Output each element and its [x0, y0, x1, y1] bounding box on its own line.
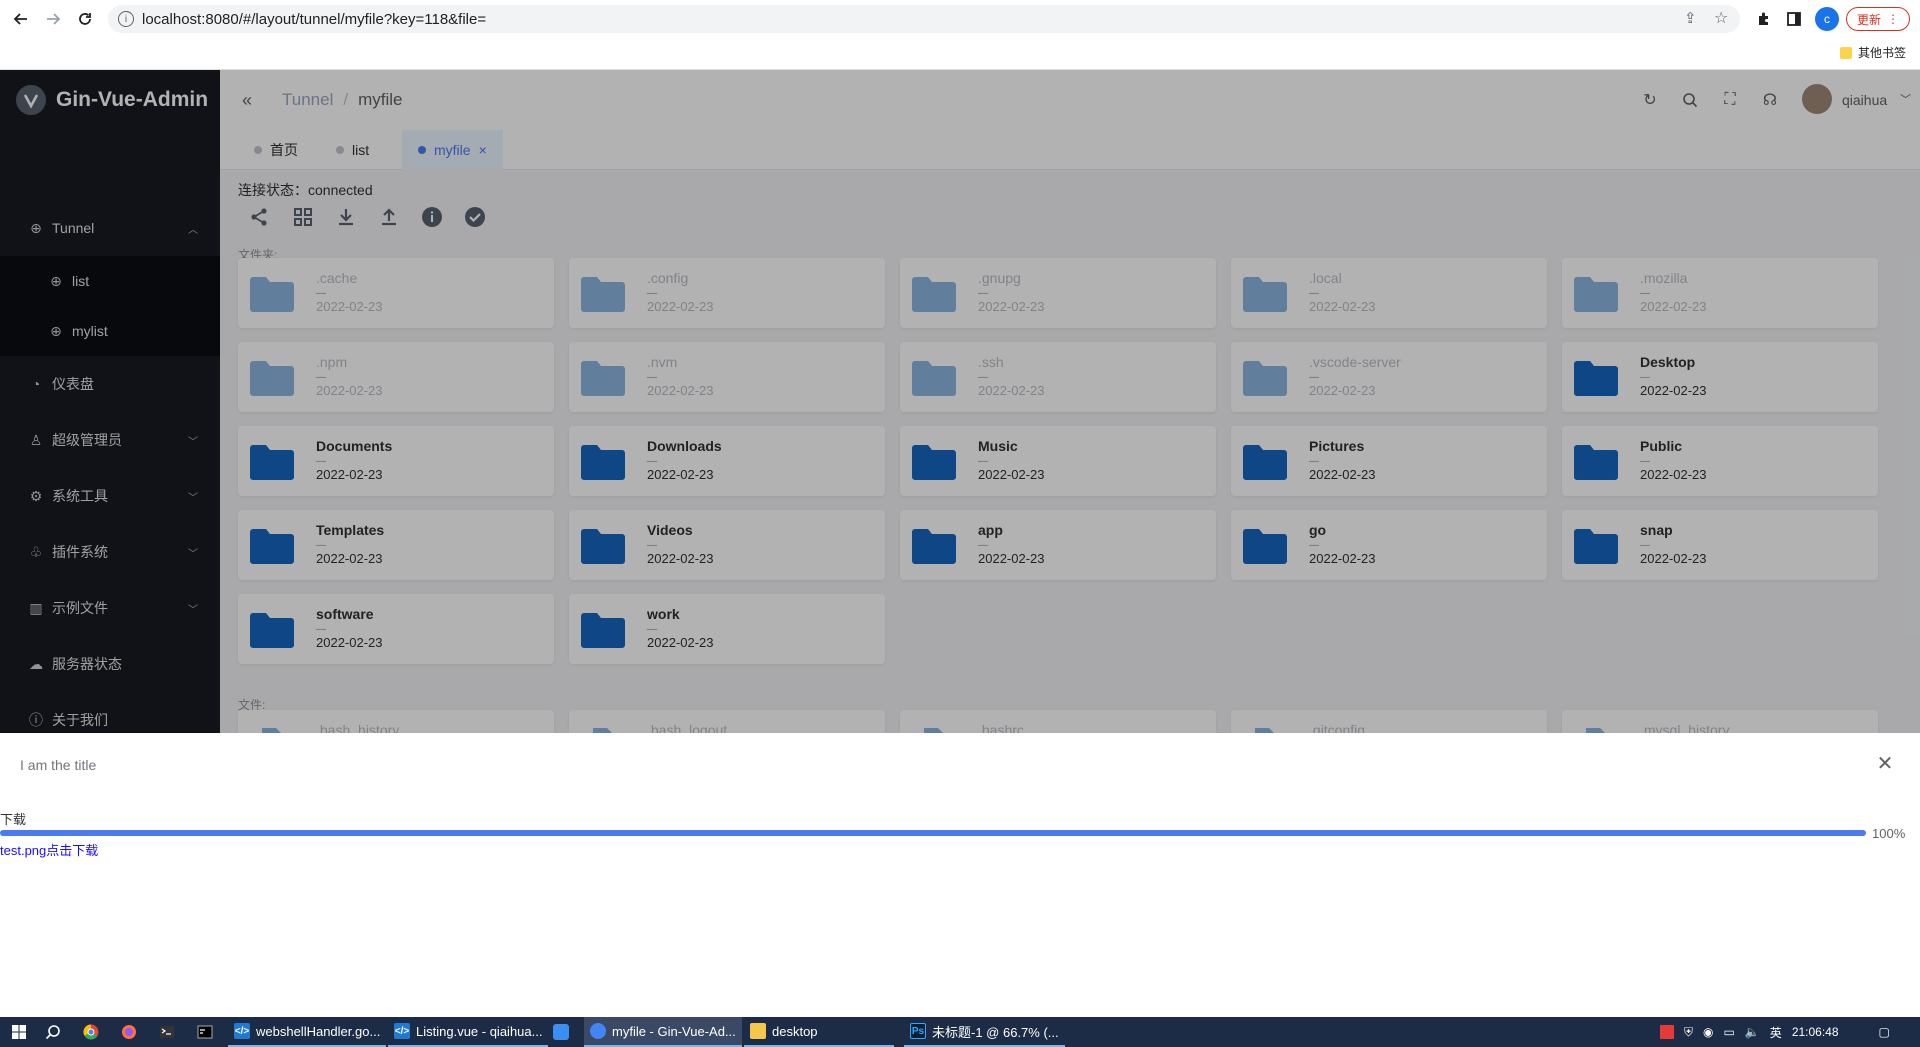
- download-drawer: I am the title ✕ 下载 100% test.png点击下载: [0, 733, 1920, 1017]
- download-link[interactable]: test.png点击下载: [0, 840, 98, 859]
- modal-overlay[interactable]: [0, 70, 1920, 733]
- volume-icon[interactable]: 🔈: [1745, 1025, 1760, 1039]
- drawer-title: I am the title: [20, 757, 97, 773]
- bookmark-folder-icon: [1840, 46, 1852, 59]
- vscode-icon: </>: [234, 1023, 250, 1039]
- firefox-icon[interactable]: [118, 1021, 140, 1043]
- reload-icon[interactable]: [74, 8, 96, 30]
- progress-fill: [0, 830, 1866, 836]
- notification-icon[interactable]: ▢: [1879, 1025, 1890, 1039]
- download-progress-bar: [0, 830, 1866, 836]
- other-bookmarks[interactable]: 其他书签: [1840, 44, 1906, 61]
- profile-avatar[interactable]: c: [1815, 7, 1839, 31]
- taskbar-app-photoshop[interactable]: Ps 未标题-1 @ 66.7% (...: [904, 1017, 1065, 1047]
- tray-app-icon[interactable]: [1660, 1025, 1674, 1039]
- share-icon[interactable]: ⇪: [1684, 9, 1697, 27]
- taskbar-app-myfile[interactable]: myfile - Gin-Vue-Ad...: [584, 1017, 742, 1047]
- terminal-icon[interactable]: [156, 1021, 178, 1043]
- url-text: localhost:8080/#/layout/tunnel/myfile?ke…: [142, 10, 487, 28]
- feather-app-icon-shape: [553, 1024, 569, 1040]
- feather-app-icon[interactable]: [550, 1021, 572, 1043]
- download-label: 下载: [0, 812, 27, 827]
- input-language[interactable]: 英: [1770, 1024, 1782, 1041]
- search-icon[interactable]: [42, 1021, 64, 1043]
- windows-start-icon[interactable]: [8, 1021, 30, 1043]
- update-label: 更新: [1856, 12, 1881, 27]
- taskbar-app-listing-vue[interactable]: </> Listing.vue - qiaihua...: [388, 1017, 549, 1047]
- taskbar-app-label: 未标题-1 @ 66.7% (...: [932, 1024, 1059, 1040]
- forward-arrow-icon[interactable]: [42, 8, 64, 30]
- system-tray: ⛨ ◉ ▭ 🔈 英 21:06:48 ▢: [1660, 1017, 1890, 1047]
- taskbar-app-label: webshellHandler.go...: [256, 1023, 381, 1039]
- taskbar: </> webshellHandler.go... </> Listing.vu…: [0, 1017, 1920, 1047]
- taskbar-app-label: Listing.vue - qiaihua...: [416, 1023, 543, 1039]
- site-info-icon[interactable]: i: [118, 11, 134, 27]
- extensions-icon[interactable]: [1753, 8, 1775, 30]
- update-button[interactable]: 更新 ⋮: [1846, 7, 1910, 31]
- side-panel-icon[interactable]: [1783, 8, 1805, 30]
- cmd-icon[interactable]: [194, 1021, 216, 1043]
- browser-toolbar: i localhost:8080/#/layout/tunnel/myfile?…: [0, 0, 1920, 38]
- security-icon[interactable]: ◉: [1703, 1025, 1713, 1039]
- close-icon[interactable]: ✕: [1873, 751, 1897, 775]
- shield-icon[interactable]: ⛨: [1684, 1025, 1693, 1040]
- folder-icon: [750, 1023, 766, 1039]
- back-arrow-icon[interactable]: [10, 8, 32, 30]
- photoshop-icon: Ps: [910, 1023, 926, 1039]
- address-bar[interactable]: i localhost:8080/#/layout/tunnel/myfile?…: [108, 5, 1740, 33]
- bookmark-bar: 其他书签: [0, 38, 1920, 70]
- taskbar-app-desktop[interactable]: desktop: [744, 1017, 894, 1047]
- chrome-icon[interactable]: [80, 1021, 102, 1043]
- kebab-menu-icon: ⋮: [1887, 12, 1899, 26]
- taskbar-app-label: desktop: [772, 1023, 818, 1039]
- other-bookmarks-label: 其他书签: [1858, 46, 1907, 60]
- progress-percent: 100%: [1872, 826, 1906, 841]
- chrome-icon: [590, 1023, 606, 1039]
- network-icon[interactable]: ▭: [1724, 1025, 1735, 1039]
- bookmark-star-icon[interactable]: ☆: [1714, 8, 1728, 28]
- clock[interactable]: 21:06:48: [1792, 1025, 1839, 1039]
- vscode-icon: </>: [394, 1023, 410, 1039]
- taskbar-app-webshellhandler[interactable]: </> webshellHandler.go...: [228, 1017, 387, 1047]
- taskbar-app-label: myfile - Gin-Vue-Ad...: [612, 1023, 736, 1039]
